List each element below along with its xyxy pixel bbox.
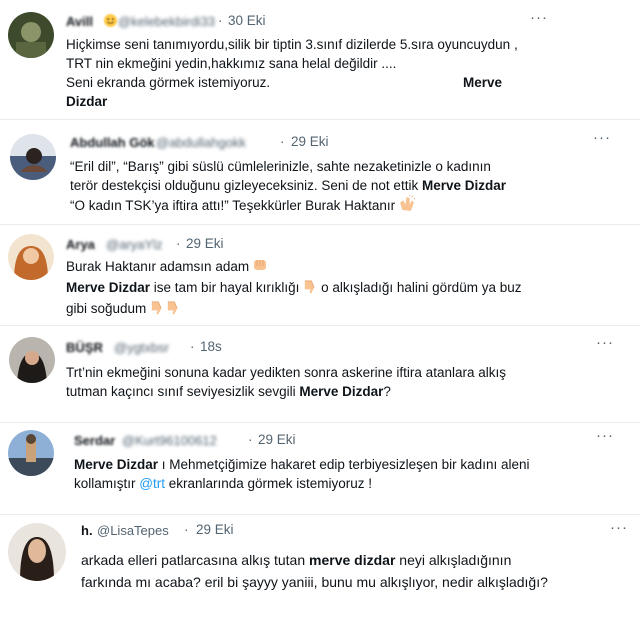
display-name[interactable]: Abdullah Gök (70, 135, 155, 150)
clapping-hands-icon (398, 194, 416, 217)
timestamp[interactable]: 29 Eki (291, 134, 329, 149)
avatar[interactable] (8, 523, 66, 581)
tweet-line-text: tutman kaçıncı sınıf seviyesizlik sevgil… (66, 384, 300, 399)
avatar[interactable] (8, 430, 54, 476)
display-name[interactable]: Arya (66, 237, 95, 252)
mention-link[interactable]: @trt (139, 476, 165, 491)
tweet-line: Dizdar (66, 92, 626, 111)
display-name[interactable]: BÜŞR (66, 340, 103, 355)
timestamp[interactable]: 30 Eki (228, 13, 266, 28)
tweet-line-text: ekranlarında görmek istemiyoruz ! (164, 476, 373, 491)
tweet-text: arkada elleri patlarcasına alkış tutan m… (81, 549, 637, 593)
display-name[interactable]: Serdar (74, 433, 115, 448)
tweet-line: kollamıştır @trt ekranlarında görmek ist… (74, 474, 634, 493)
timestamp[interactable]: 29 Eki (196, 522, 234, 537)
more-options-icon[interactable]: ··· (530, 9, 548, 26)
tweet-line-text: terör destekçisi olduğunu gizleyeceksini… (70, 178, 422, 193)
tweet-line-text: o alkışladığı halini gördüm ya buz (317, 280, 522, 295)
tweet-line-text: ? (383, 384, 391, 399)
tweet-line-text: neyi alkışladığının (395, 552, 512, 568)
more-options-icon[interactable]: ··· (593, 129, 611, 146)
tweet-line: arkada elleri patlarcasına alkış tutan m… (81, 549, 637, 571)
tweet-4[interactable]: BÜŞR @ygtxbsr · 18s ··· Trt’nin ekmeğini… (0, 326, 640, 422)
more-options-icon[interactable]: ··· (610, 519, 628, 536)
tweet-line: terör destekçisi olduğunu gizleyeceksini… (70, 176, 630, 195)
thumbs-down-icon (149, 300, 164, 320)
timestamp[interactable]: 29 Eki (186, 236, 224, 251)
mention-bold: Dizdar (66, 94, 108, 109)
tweet-line: Merve Dizdar ı Mehmetçiğimize hakaret ed… (74, 455, 634, 474)
separator-dot: · (184, 522, 189, 537)
smiling-face-icon (103, 13, 118, 33)
tweet-line: Merve Dizdar ise tam bir hayal kırıklığı… (66, 278, 626, 299)
tweet-text: Trt’nin ekmeğini sonuna kadar yedikten s… (66, 363, 636, 401)
tweet-line-text: gibi soğudum (66, 301, 147, 316)
user-handle[interactable]: @aryaYlz (106, 237, 163, 252)
tweet-line: TRT nin ekmeğini yedin,hakkımız sana hel… (66, 56, 397, 71)
mention-bold: Merve Dizdar (421, 178, 506, 193)
separator-dot: · (218, 13, 223, 28)
tweet-6[interactable]: h. @LisaTepes · 29 Eki ··· arkada elleri… (0, 515, 640, 641)
more-options-icon[interactable]: ··· (596, 427, 614, 444)
avatar[interactable] (8, 12, 54, 58)
tweet-line: tutman kaçıncı sınıf seviyesizlik sevgil… (66, 382, 636, 401)
tweet-3[interactable]: Arya @aryaYlz · 29 Eki Burak Haktanır ad… (0, 225, 640, 325)
mention-bold: merve dizdar (309, 552, 396, 568)
tweet-line-text: Seni ekranda görmek istemiyoruz. (66, 75, 271, 90)
tweet-1[interactable]: Avill @kelebekbirdi33 · 30 Eki ··· Hiçki… (0, 0, 640, 119)
thumbs-down-icon (165, 300, 180, 320)
fist-icon (252, 257, 268, 278)
tweet-2[interactable]: Abdullah Gök @abdullahgokk · 29 Eki ··· … (0, 120, 640, 224)
tweet-line: Trt’nin ekmeğini sonuna kadar yedikten s… (66, 365, 506, 380)
tweet-line-text: arkada elleri patlarcasına alkış tutan (81, 552, 310, 568)
tweet-line-text: kollamıştır (74, 476, 140, 491)
avatar[interactable] (9, 337, 55, 383)
separator-dot: · (190, 339, 195, 354)
separator-dot: · (176, 236, 181, 251)
user-handle[interactable]: @ygtxbsr (114, 340, 169, 355)
separator-dot: · (280, 134, 285, 149)
display-name[interactable]: h. (81, 523, 93, 538)
tweet-line: Hiçkimse seni tanımıyordu,silik bir tipt… (66, 37, 518, 52)
user-handle[interactable]: @abdullahgokk (156, 135, 246, 150)
mention-bold: Merve (463, 75, 503, 90)
tweet-line-text: “O kadın TSK’ya iftira attı!” Teşekkürle… (70, 198, 396, 213)
timestamp[interactable]: 18s (200, 339, 222, 354)
avatar[interactable] (10, 134, 56, 180)
tweet-line-text: ise tam bir hayal kırıklığı (150, 280, 300, 295)
tweet-line: Burak Haktanır adamsın adam (66, 257, 626, 278)
tweet-text: Burak Haktanır adamsın adam Merve Dizdar… (66, 257, 626, 320)
separator-dot: · (248, 432, 253, 447)
more-options-icon[interactable]: ··· (596, 334, 614, 351)
mention-bold: Merve Dizdar (299, 384, 384, 399)
tweet-text: “Eril dil”, “Barış” gibi süslü cümleleri… (70, 157, 630, 217)
tweet-text: Hiçkimse seni tanımıyordu,silik bir tipt… (66, 35, 626, 111)
user-handle[interactable]: @kelebekbirdi33 (118, 14, 215, 29)
tweet-line-text: Burak Haktanır adamsın adam (66, 259, 250, 274)
tweet-line: “Eril dil”, “Barış” gibi süslü cümleleri… (70, 159, 491, 174)
display-name[interactable]: Avill (66, 14, 93, 29)
avatar[interactable] (8, 234, 54, 280)
user-handle[interactable]: @LisaTepes (97, 523, 169, 538)
tweet-5[interactable]: Serdar @Kurt96100612 · 29 Eki ··· Merve … (0, 423, 640, 514)
thumbs-down-icon (302, 279, 317, 299)
tweet-line-text: ı Mehmetçiğimize hakaret edip terbiyesiz… (158, 457, 530, 472)
mention-bold: Merve Dizdar (66, 280, 151, 295)
tweet-line: Seni ekranda görmek istemiyoruz. Merve (66, 73, 626, 92)
user-handle[interactable]: @Kurt96100612 (122, 433, 217, 448)
tweet-line: “O kadın TSK’ya iftira attı!” Teşekkürle… (70, 194, 630, 217)
tweet-line: farkında mı acaba? eril bi şayyy yaniii,… (81, 574, 548, 590)
mention-bold: Merve Dizdar (74, 457, 159, 472)
timestamp[interactable]: 29 Eki (258, 432, 296, 447)
tweet-text: Merve Dizdar ı Mehmetçiğimize hakaret ed… (74, 455, 634, 493)
tweet-line: gibi soğudum (66, 299, 626, 320)
